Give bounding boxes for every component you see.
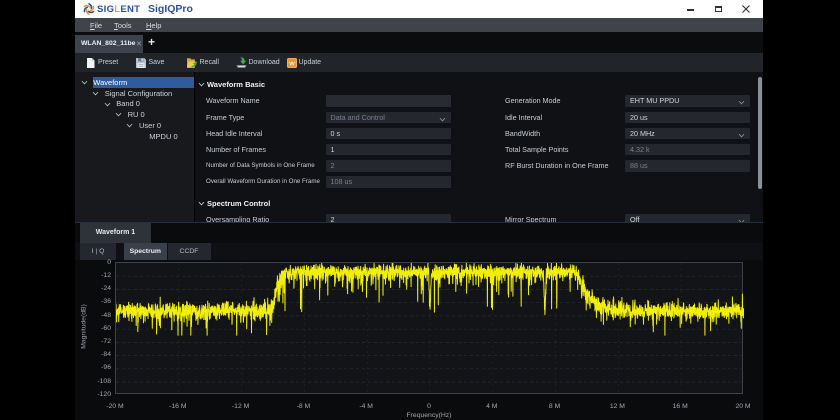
- svg-text:w: w: [288, 60, 295, 67]
